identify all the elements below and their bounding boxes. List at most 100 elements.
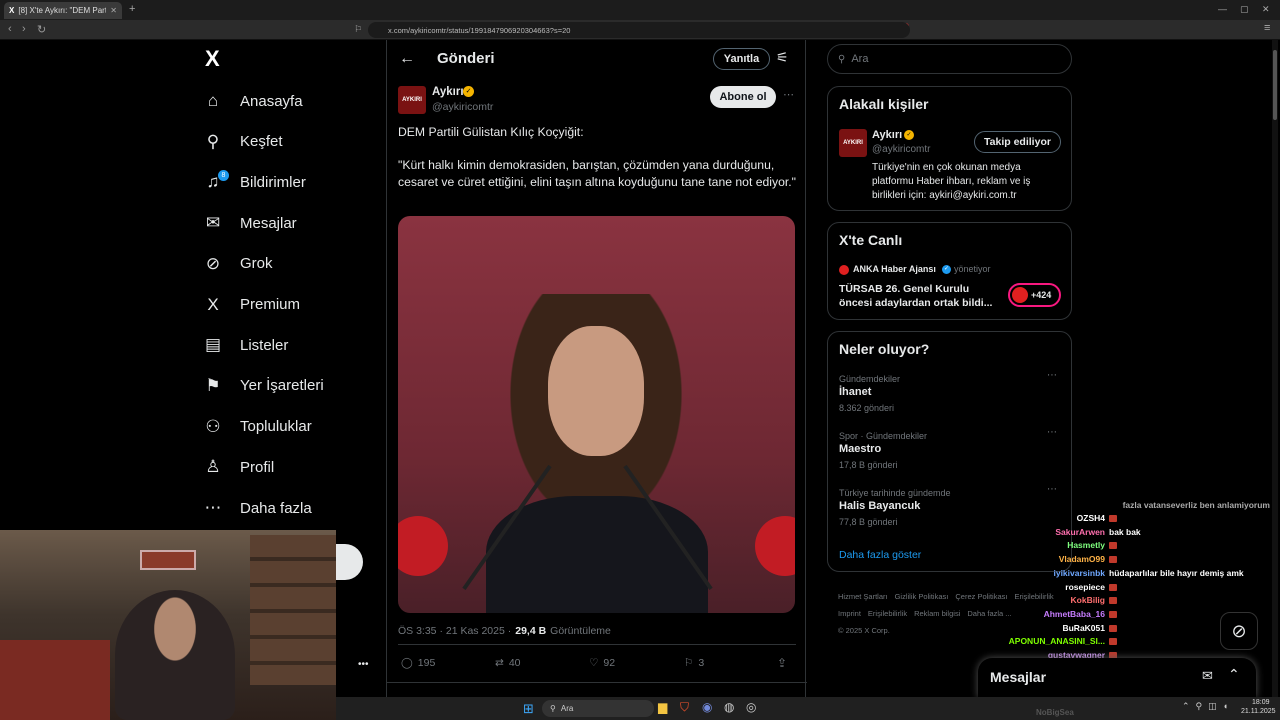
related-handle[interactable]: @aykiricomtr — [872, 144, 931, 155]
footer-link[interactable]: Hizmet Şartları — [838, 588, 888, 605]
windows-start-icon[interactable]: ⊞ — [523, 701, 534, 717]
minimize-icon[interactable]: — — [1218, 4, 1227, 14]
live-host[interactable]: ANKA Haber Ajansı — [853, 264, 936, 274]
communities-icon: ⚇ — [205, 416, 221, 436]
messages-dock[interactable]: Mesajlar ✉ ⌃ — [978, 658, 1256, 698]
chat-text: hüdaparlılar bile hayır demiş amk — [1109, 567, 1244, 578]
nav-item-profil[interactable]: ♙ Profil — [200, 447, 274, 487]
show-more-link[interactable]: Daha fazla göster — [839, 549, 921, 561]
related-avatar-text: AYKIRI — [843, 140, 863, 146]
listener-count: +424 — [1031, 290, 1052, 300]
new-tab-button[interactable]: + — [129, 3, 135, 15]
scrollbar[interactable] — [1272, 40, 1278, 697]
nav-item-keşfet[interactable]: ⚲ Keşfet — [200, 122, 283, 162]
footer-link[interactable]: Erişilebilirlik — [868, 605, 907, 622]
clock-time[interactable]: 18:09 — [1252, 699, 1270, 706]
taskbar-search-text: Ara — [560, 704, 574, 713]
author-avatar[interactable]: AYKIRI — [398, 86, 426, 114]
nav-item-mesajlar[interactable]: ✉ Mesajlar — [200, 203, 297, 243]
nav-item-premium[interactable]: X Premium — [200, 285, 300, 325]
footer-link[interactable]: Imprint — [838, 605, 861, 622]
bookmark-page-icon[interactable]: ⚐ — [354, 24, 362, 35]
reply-header-button[interactable]: Yanıtla — [713, 48, 770, 70]
chat-username: KokBilig — [1070, 595, 1105, 606]
retweet-action[interactable]: ⇄ 40 — [495, 657, 521, 669]
bookmark-outline-icon: ⚐ — [684, 657, 694, 669]
maximize-icon[interactable]: ▢ — [1240, 4, 1249, 15]
nav-item-grok[interactable]: ⊘ Grok — [200, 244, 273, 284]
chat-badge-icon — [1109, 610, 1117, 618]
taskbar-search[interactable]: ⚲ Ara — [542, 700, 654, 717]
back-arrow-icon[interactable]: ← — [399, 50, 415, 68]
live-text[interactable]: TÜRSAB 26. Genel Kurulu öncesi adaylarda… — [839, 282, 999, 310]
nav-item-listeler[interactable]: ▤ Listeler — [200, 325, 288, 365]
new-message-icon[interactable]: ✉ — [1202, 668, 1213, 684]
nav-label: Bildirimler — [240, 173, 306, 191]
post-button-partial[interactable] — [336, 544, 363, 580]
expand-icon[interactable]: ⌃ — [1228, 666, 1240, 683]
trend-more-icon[interactable]: ⋯ — [1047, 484, 1057, 495]
chat-message: VladamO99 — [1000, 554, 1105, 564]
tweet-views: 29,4 B — [515, 625, 547, 637]
tweet-more-icon[interactable]: ⋯ — [783, 88, 794, 101]
brave-taskbar-icon[interactable]: ⛉ — [680, 700, 689, 715]
back-nav-icon[interactable]: ‹ — [8, 23, 12, 35]
footer-link[interactable]: Gizlilik Politikası — [895, 588, 949, 605]
discord-icon[interactable]: ◉ — [702, 700, 712, 714]
nav-item-anasayfa[interactable]: ⌂ Anasayfa — [200, 81, 303, 121]
mail-icon: ✉ — [205, 213, 221, 233]
nav-item-topluluklar[interactable]: ⚇ Topluluklar — [200, 407, 311, 447]
like-action[interactable]: ♡ 92 — [589, 657, 615, 669]
nav-label: Profil — [240, 458, 275, 476]
chat-text: bak bak — [1109, 526, 1141, 537]
trend-more-icon[interactable]: ⋯ — [1047, 427, 1057, 438]
chat-message: AhmetBaba_16 — [1000, 609, 1105, 619]
grok-icon: ⊘ — [205, 253, 221, 273]
list-icon: ▤ — [204, 335, 222, 355]
following-button[interactable]: Takip ediliyor — [974, 131, 1061, 153]
photo-subject-body — [486, 496, 708, 613]
sliders-icon[interactable]: ⚟ — [776, 49, 789, 66]
tweet-line1: DEM Partili Gülistan Kılıç Koçyiğit: — [398, 125, 584, 139]
obs-icon[interactable]: ◎ — [746, 700, 756, 714]
tab-close-icon[interactable]: ✕ — [110, 6, 117, 15]
author-handle[interactable]: @aykiricomtr — [432, 101, 493, 113]
nav-item-yer-i-şaretleri[interactable]: ⚑ Yer İşaretleri — [200, 366, 323, 406]
live-title: X'te Canlı — [839, 232, 903, 248]
chat-top-line: fazla vatanseverliz ben anlamiyorum — [1122, 500, 1270, 510]
chat-username: Hasmetly — [1067, 540, 1105, 551]
tweet-time[interactable]: ÖS 3:35 · 21 Kas 2025 · — [398, 625, 511, 637]
author-name[interactable]: Aykırı — [432, 86, 464, 98]
chat-message: BuRaK051 — [1000, 623, 1105, 633]
x-logo[interactable]: X — [205, 46, 220, 72]
scrollbar-thumb[interactable] — [1273, 50, 1277, 120]
verified-badge-icon: ✓ — [463, 86, 474, 97]
steam-icon[interactable]: ◍ — [724, 700, 734, 714]
window-close-icon[interactable]: ✕ — [1262, 4, 1270, 15]
menu-icon[interactable]: ≡ — [1264, 22, 1270, 34]
trend-more-icon[interactable]: ⋯ — [1047, 370, 1057, 381]
nav-item-daha-fazla[interactable]: ⋯ Daha fazla — [200, 488, 312, 528]
reload-icon[interactable]: ↻ — [37, 23, 46, 36]
share-icon[interactable]: ⇪ — [777, 656, 787, 670]
footer-link[interactable]: Reklam bilgisi — [914, 605, 960, 622]
tweet-photo[interactable] — [398, 216, 795, 613]
tray-icons[interactable]: ⌃⚲◫◖ — [1182, 701, 1234, 712]
grok-floating-button[interactable]: ⊘ — [1220, 612, 1258, 650]
forward-nav-icon[interactable]: › — [22, 23, 26, 35]
related-name[interactable]: Aykırı — [872, 129, 902, 141]
subscribe-button[interactable]: Abone ol — [710, 86, 776, 108]
chat-username: SakurArwen — [1055, 526, 1105, 537]
browser-tab[interactable]: X [8] X'te Aykırı: "DEM Partili Gülis ✕ — [4, 2, 122, 19]
nav-item-bildirimler[interactable]: ♫ Bildirimler — [200, 162, 306, 202]
related-avatar[interactable]: AYKIRI — [839, 129, 867, 157]
reply-action[interactable]: ◯ 195 — [401, 657, 435, 669]
search-box[interactable]: ⚲ Ara — [827, 44, 1072, 74]
clock-date[interactable]: 21.11.2025 — [1241, 708, 1276, 715]
bookmark-action[interactable]: ⚐ 3 — [684, 657, 704, 669]
explorer-icon[interactable]: ▆ — [658, 700, 667, 714]
url-field[interactable]: x.com/aykiricomtr/status/199184790692030… — [368, 22, 910, 38]
live-listeners[interactable]: +424 — [1008, 283, 1061, 307]
account-more-icon[interactable]: ••• — [358, 659, 369, 670]
messages-dock-title: Mesajlar — [990, 669, 1047, 685]
